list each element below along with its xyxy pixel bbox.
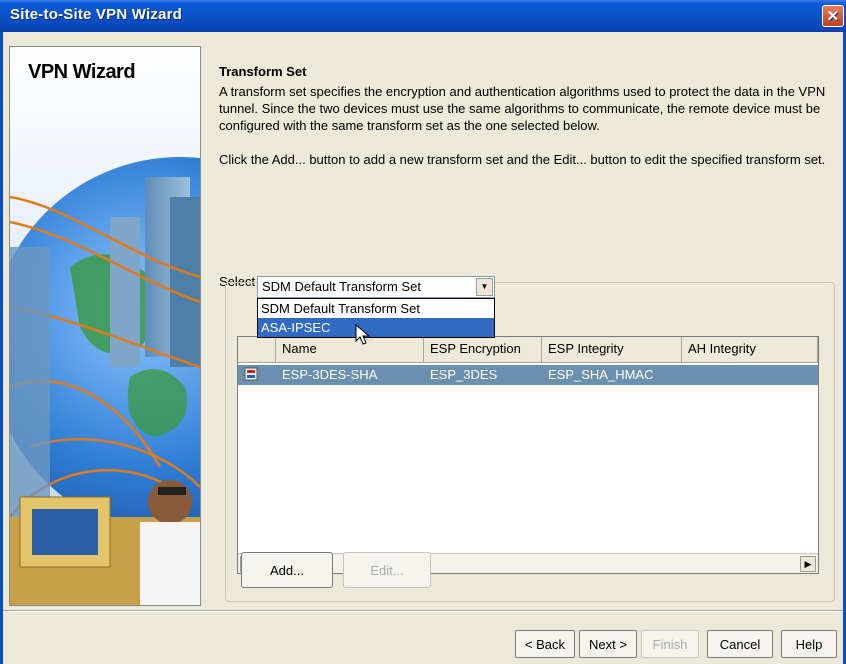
cancel-button[interactable]: Cancel [707,630,773,658]
transform-set-icon [238,365,276,385]
column-header-ah-integrity[interactable]: AH Integrity [682,337,818,363]
vpn-illustration [10,47,200,605]
column-header-esp-integrity[interactable]: ESP Integrity [542,337,682,363]
cell-name: ESP-3DES-SHA [282,367,378,382]
transform-set-select-value: SDM Default Transform Set [262,279,421,294]
finish-button[interactable]: Finish [641,630,699,658]
scroll-right-icon[interactable]: ▶ [800,556,816,572]
transform-set-select[interactable]: SDM Default Transform Set ▼ [257,276,495,298]
edit-button[interactable]: Edit... [343,552,431,588]
transform-set-table: Name ESP Encryption ESP Integrity AH Int… [237,336,819,574]
banner-title: VPN Wizard [28,61,136,83]
transform-set-dropdown: SDM Default Transform Set ASA-IPSEC [257,298,495,338]
table-row[interactable]: ESP-3DES-SHA ESP_3DES ESP_SHA_HMAC [238,365,818,385]
close-icon[interactable]: ✕ [822,5,844,27]
description-text: A transform set specifies the encryption… [219,84,826,133]
section-title: Transform Set [219,64,307,79]
column-header-icon[interactable] [238,337,276,363]
instructions-text: Click the Add... button to add a new tra… [219,152,826,167]
help-button[interactable]: Help [781,630,837,658]
table-header: Name ESP Encryption ESP Integrity AH Int… [238,337,818,363]
dropdown-option-selected[interactable]: ASA-IPSEC [258,318,494,337]
mouse-pointer-icon [355,324,371,345]
wizard-window: VPN Wizard Transform Set A transform set… [0,32,846,664]
chevron-down-icon[interactable]: ▼ [476,278,493,296]
footer-divider [3,610,843,612]
title-bar: Site-to-Site VPN Wizard ✕ [0,0,846,32]
back-button[interactable]: < Back [515,630,575,658]
cell-esp-encryption: ESP_3DES [430,367,498,382]
cell-esp-integrity: ESP_SHA_HMAC [548,367,654,382]
add-button[interactable]: Add... [241,552,333,588]
wizard-banner: VPN Wizard [9,46,201,606]
cell-ah-integrity [682,365,818,385]
window-title: Site-to-Site VPN Wizard [10,6,182,23]
column-header-esp-encryption[interactable]: ESP Encryption [424,337,542,363]
dropdown-option[interactable]: SDM Default Transform Set [258,299,494,318]
column-header-name[interactable]: Name [276,337,424,363]
next-button[interactable]: Next > [579,630,637,658]
content-area: Transform Set A transform set specifies … [219,64,831,289]
